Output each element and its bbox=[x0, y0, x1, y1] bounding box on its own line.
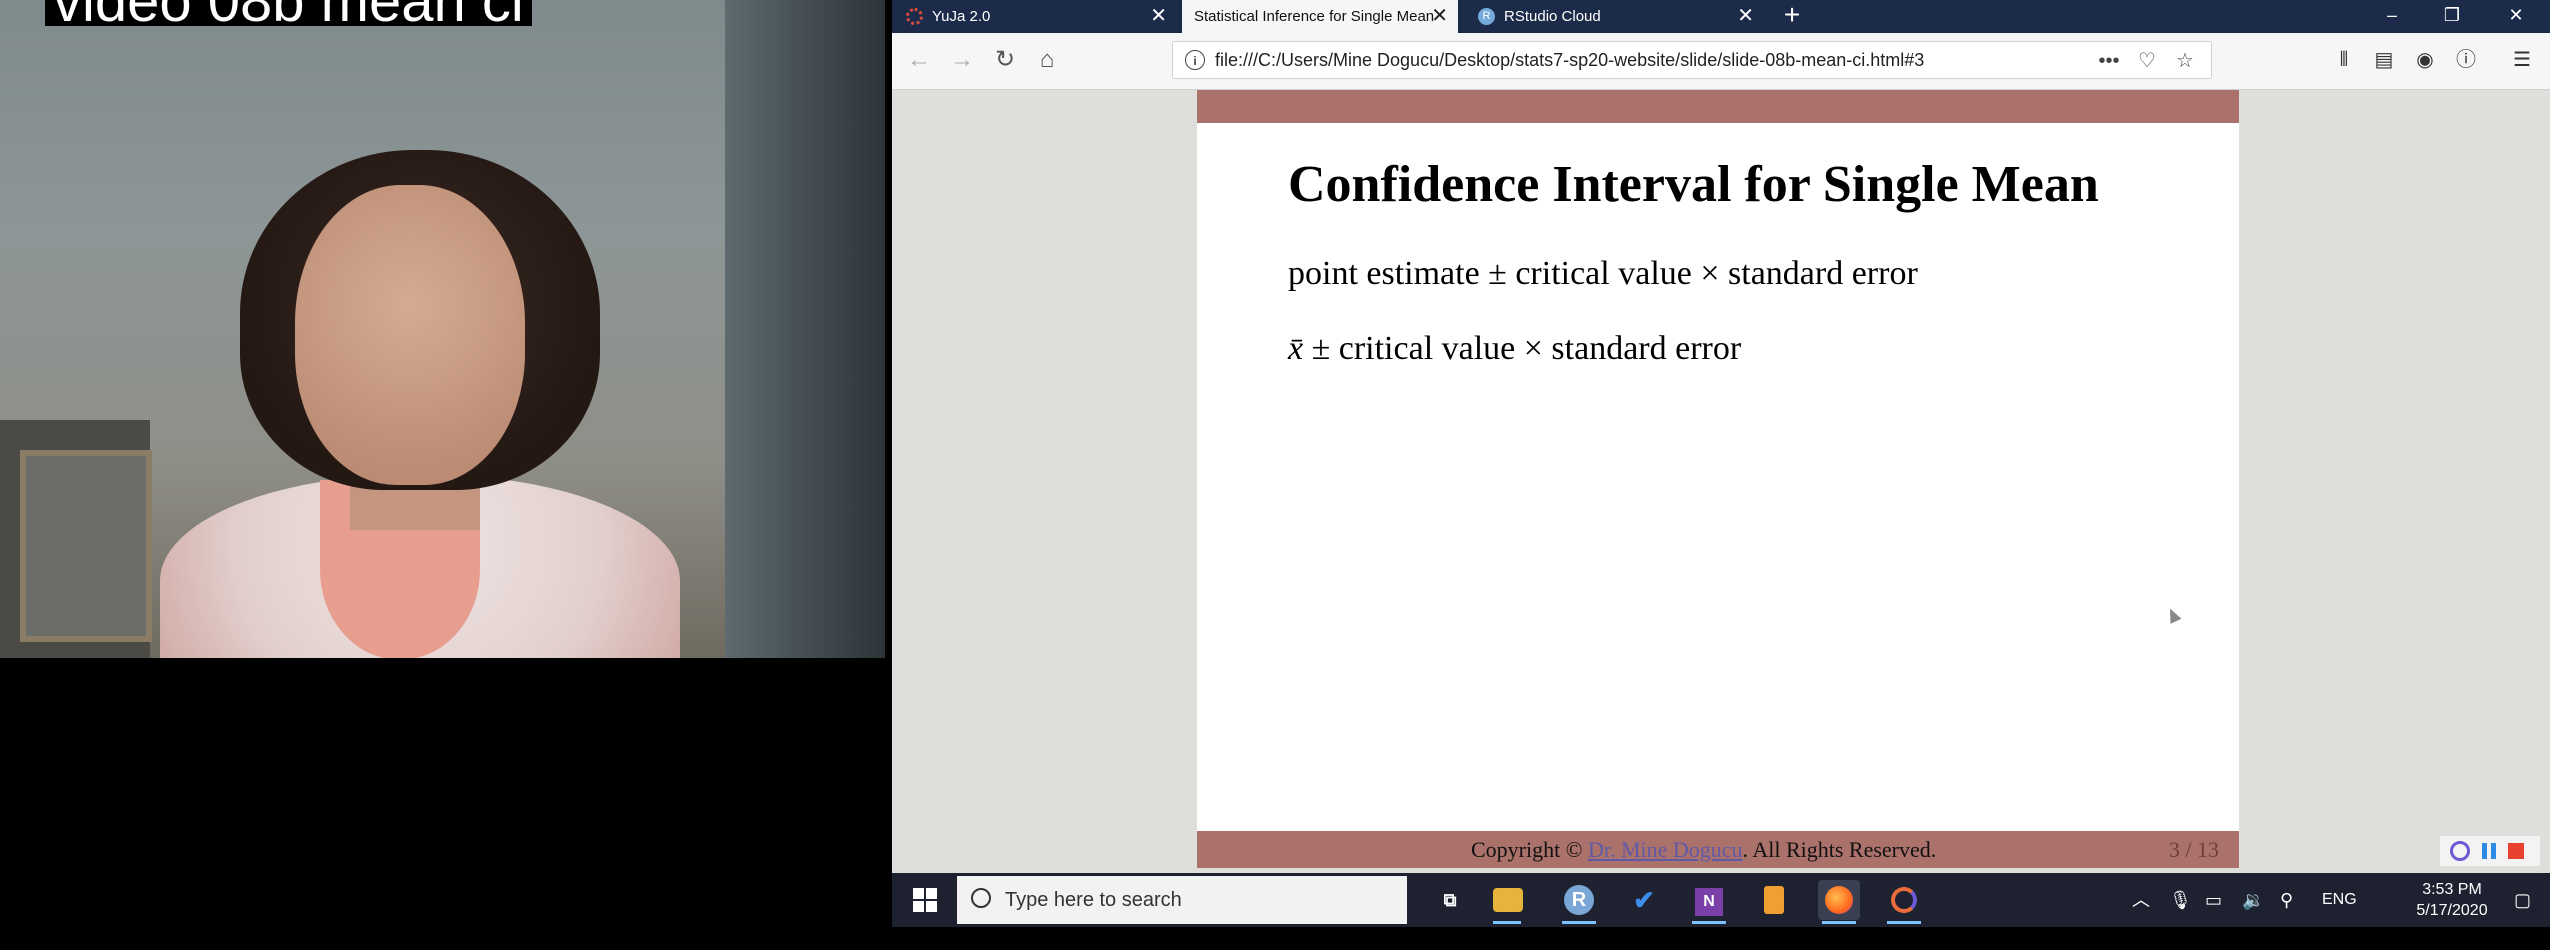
reload-icon[interactable]: ↻ bbox=[990, 45, 1020, 75]
tab-statistical-inference[interactable]: Statistical Inference for Single Mean ✕ bbox=[1182, 0, 1458, 33]
close-tab-icon[interactable]: ✕ bbox=[1150, 0, 1167, 33]
author-link[interactable]: Dr. Mine Dogucu bbox=[1588, 837, 1743, 862]
webcam-picture-frame bbox=[20, 450, 152, 642]
copyright-text: Copyright © Dr. Mine Dogucu. All Rights … bbox=[1471, 837, 1937, 862]
url-bar[interactable]: i file:///C:/Users/Mine Dogucu/Desktop/s… bbox=[1172, 41, 2212, 79]
x-bar-symbol: x̄ bbox=[1288, 330, 1304, 367]
notifications-icon[interactable]: ▢ bbox=[2514, 887, 2531, 913]
network-icon[interactable]: ⚲ bbox=[2280, 887, 2293, 913]
info-icon[interactable]: i bbox=[1185, 50, 1205, 70]
windows-taskbar: Type here to search ⧉ R ✔ N ︿ 🎙 ▭ 🔉 ⚲ EN… bbox=[892, 873, 2550, 927]
clock-date: 5/17/2020 bbox=[2416, 902, 2488, 919]
extension-icon[interactable]: ⓘ bbox=[2451, 45, 2481, 75]
url-text[interactable]: file:///C:/Users/Mine Dogucu/Desktop/sta… bbox=[1215, 42, 1924, 78]
restore-icon[interactable]: ❐ bbox=[2422, 0, 2482, 33]
yuja-icon bbox=[906, 8, 923, 25]
close-tab-icon[interactable]: ✕ bbox=[1431, 0, 1448, 33]
tab-label: RStudio Cloud bbox=[1504, 8, 1601, 25]
recording-toolbar[interactable] bbox=[2440, 836, 2540, 866]
language-indicator[interactable]: ENG bbox=[2322, 887, 2357, 913]
slide-footer: Copyright © Dr. Mine Dogucu. All Rights … bbox=[1197, 831, 2239, 868]
slide: Confidence Interval for Single Mean poin… bbox=[1197, 90, 2239, 868]
formula-mean-rest: ± critical value × standard error bbox=[1303, 330, 1742, 367]
browser-window: YuJa 2.0 ✕ Statistical Inference for Sin… bbox=[892, 0, 2550, 873]
new-tab-button[interactable]: + bbox=[1772, 0, 1812, 33]
menu-icon[interactable]: ☰ bbox=[2507, 45, 2537, 75]
file-explorer-icon[interactable] bbox=[1493, 888, 1523, 924]
close-tab-icon[interactable]: ✕ bbox=[1737, 0, 1754, 33]
volume-icon[interactable]: 🔉 bbox=[2242, 887, 2264, 913]
webcam-presenter-face bbox=[295, 185, 525, 485]
page-number: 3 / 13 bbox=[2168, 837, 2219, 862]
account-icon[interactable]: ◉ bbox=[2410, 45, 2440, 75]
search-placeholder: Type here to search bbox=[1005, 889, 1182, 911]
stop-icon[interactable] bbox=[2508, 843, 2524, 859]
clock-time: 3:53 PM bbox=[2422, 881, 2482, 898]
pocket-icon[interactable]: ♡ bbox=[2133, 47, 2161, 75]
slide-title: Confidence Interval for Single Mean bbox=[1288, 156, 2099, 213]
clock[interactable]: 3:53 PM 5/17/2020 bbox=[2402, 879, 2502, 921]
sidebar-icon[interactable]: ▤ bbox=[2369, 45, 2399, 75]
rstudio-icon: R bbox=[1478, 8, 1495, 25]
tab-rstudio-cloud[interactable]: R RStudio Cloud ✕ bbox=[1464, 0, 1764, 33]
todo-check-icon[interactable]: ✔ bbox=[1623, 880, 1665, 920]
page-actions-icon[interactable]: ••• bbox=[2095, 47, 2123, 75]
tab-label: YuJa 2.0 bbox=[932, 8, 991, 25]
tab-bar: YuJa 2.0 ✕ Statistical Inference for Sin… bbox=[892, 0, 2550, 33]
files-app-icon[interactable] bbox=[1753, 880, 1795, 920]
webcam-wall bbox=[725, 0, 885, 658]
navigation-bar: ← → ↻ ⌂ i file:///C:/Users/Mine Dogucu/D… bbox=[892, 33, 2550, 90]
video-caption: video 08b mean ci bbox=[45, 0, 532, 26]
slide-header-band bbox=[1197, 90, 2239, 123]
library-icon[interactable]: ⫴ bbox=[2329, 45, 2359, 75]
formula-mean: x̄ ± critical value × standard error bbox=[1288, 330, 1741, 368]
search-icon bbox=[971, 888, 991, 908]
yuja-app-icon[interactable] bbox=[1883, 880, 1925, 924]
r-app-icon[interactable]: R bbox=[1558, 880, 1600, 924]
microphone-icon[interactable]: 🎙 bbox=[2169, 887, 2192, 913]
yuja-logo-icon[interactable] bbox=[2450, 841, 2470, 861]
pause-icon-bar bbox=[2491, 843, 2496, 859]
tab-yuja[interactable]: YuJa 2.0 ✕ bbox=[892, 0, 1177, 33]
battery-icon[interactable]: ▭ bbox=[2205, 887, 2222, 913]
webcam-video: video 08b mean ci bbox=[0, 0, 885, 658]
firefox-icon[interactable] bbox=[1818, 880, 1860, 924]
windows-start-icon[interactable] bbox=[900, 873, 950, 927]
taskbar-search-box[interactable]: Type here to search bbox=[957, 876, 1407, 924]
forward-icon[interactable]: → bbox=[947, 45, 977, 75]
back-icon[interactable]: ← bbox=[904, 45, 934, 75]
mouse-cursor-icon bbox=[2164, 606, 2182, 624]
onenote-icon[interactable]: N bbox=[1688, 880, 1730, 924]
home-icon[interactable]: ⌂ bbox=[1032, 45, 1062, 75]
task-view-icon[interactable]: ⧉ bbox=[1429, 880, 1471, 920]
tab-label: Statistical Inference for Single Mean bbox=[1194, 8, 1435, 25]
show-hidden-icons[interactable]: ︿ bbox=[2132, 887, 2150, 913]
minimize-icon[interactable]: – bbox=[2362, 0, 2422, 33]
pause-icon[interactable] bbox=[2482, 843, 2487, 859]
screen-bottom-edge bbox=[892, 927, 2550, 950]
formula-general: point estimate ± critical value × standa… bbox=[1288, 255, 1918, 292]
bookmark-star-icon[interactable]: ☆ bbox=[2171, 47, 2199, 75]
close-window-icon[interactable]: ✕ bbox=[2486, 0, 2546, 33]
